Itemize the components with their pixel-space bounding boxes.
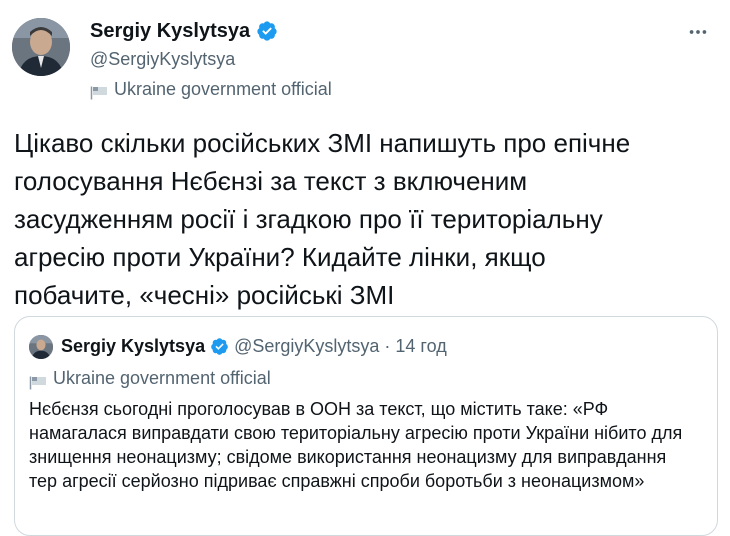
- quoted-tweet-text: Нєбєнзя сьогодні проголосував в ООН за т…: [29, 399, 683, 491]
- government-flag-icon: [90, 82, 108, 100]
- government-label-text: Ukraine government official: [114, 79, 332, 99]
- quoted-timestamp[interactable]: 14 год: [395, 333, 446, 359]
- quoted-tweet[interactable]: Sergiy Kyslytsya @SergiyKyslytsya · 14 г…: [14, 316, 718, 536]
- meta-separator: ·: [384, 336, 391, 356]
- author-avatar[interactable]: [12, 18, 70, 76]
- author-name[interactable]: Sergiy Kyslytsya: [90, 18, 250, 44]
- more-horizontal-icon: [687, 21, 709, 48]
- verified-badge-icon: [210, 337, 229, 356]
- quoted-author-handle[interactable]: @SergiyKyslytsya: [234, 333, 379, 359]
- verified-badge-icon: [256, 20, 278, 42]
- quoted-government-label[interactable]: Ukraine government official: [29, 365, 271, 391]
- author-handle[interactable]: @SergiyKyslytsya: [90, 47, 235, 71]
- quoted-government-label-text: Ukraine government official: [53, 368, 271, 388]
- tweet-card: Sergiy Kyslytsya @SergiyKyslytsya Ukrain…: [0, 0, 730, 536]
- government-flag-icon: [29, 371, 47, 390]
- government-label[interactable]: Ukraine government official: [90, 77, 332, 101]
- quoted-author-name[interactable]: Sergiy Kyslytsya: [61, 333, 205, 359]
- more-options-button[interactable]: [684, 20, 712, 48]
- quoted-author-avatar[interactable]: [29, 335, 53, 359]
- tweet-text: Цікаво скільки російських ЗМІ напишуть п…: [14, 128, 631, 310]
